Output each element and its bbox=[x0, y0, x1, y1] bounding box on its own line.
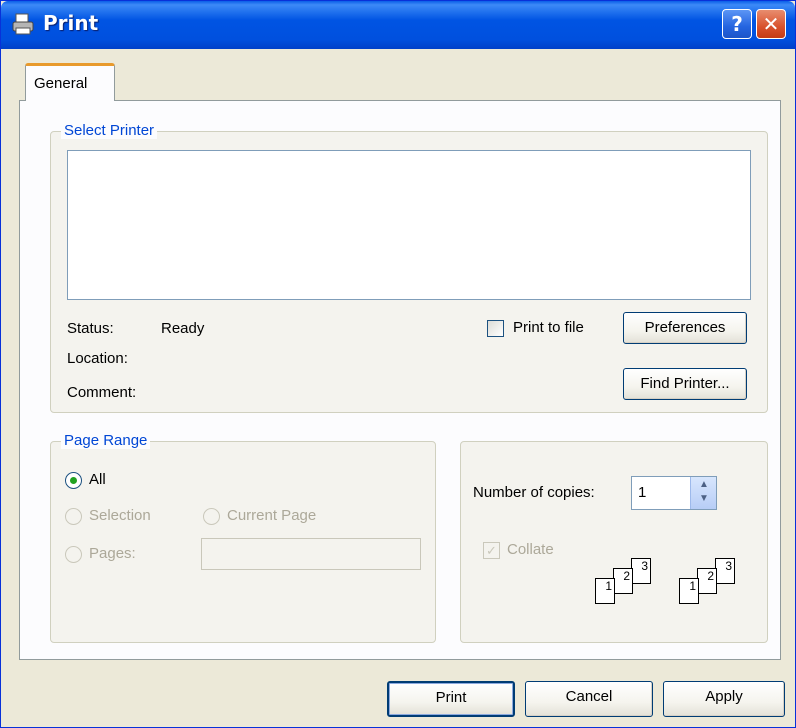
copies-spinner[interactable]: ▲ ▼ bbox=[690, 477, 716, 509]
spin-up-icon[interactable]: ▲ bbox=[699, 479, 709, 490]
print-button-label: Print bbox=[435, 689, 467, 706]
print-to-file-label: Print to file bbox=[513, 319, 584, 336]
find-printer-label: Find Printer... bbox=[640, 375, 730, 392]
location-label: Location: bbox=[67, 350, 128, 367]
status-value: Ready bbox=[161, 320, 205, 337]
window-title: Print bbox=[43, 11, 99, 35]
printer-icon bbox=[12, 13, 34, 35]
print-to-file-checkbox[interactable] bbox=[487, 320, 504, 337]
find-printer-button[interactable]: Find Printer... bbox=[623, 368, 747, 400]
spin-down-icon[interactable]: ▼ bbox=[699, 493, 709, 504]
selection-radio[interactable] bbox=[65, 508, 82, 525]
status-label: Status: bbox=[67, 320, 114, 337]
page-1-icon: 1 bbox=[595, 578, 615, 604]
all-label: All bbox=[89, 471, 106, 488]
page-1-icon: 1 bbox=[679, 578, 699, 604]
number-of-copies-label: Number of copies: bbox=[473, 484, 595, 501]
collate-checkbox[interactable]: ✓ bbox=[483, 542, 500, 559]
copies-value: 1 bbox=[638, 484, 647, 501]
pages-radio[interactable] bbox=[65, 546, 82, 563]
apply-button-label: Apply bbox=[705, 688, 743, 705]
selection-label: Selection bbox=[89, 507, 151, 524]
preferences-label: Preferences bbox=[644, 319, 726, 336]
page-3-icon: 3 bbox=[631, 558, 651, 584]
current-page-radio[interactable] bbox=[203, 508, 220, 525]
print-dialog: Print ? ✕ General Select Printer Status:… bbox=[0, 0, 796, 728]
pages-label: Pages: bbox=[89, 545, 136, 562]
tab-general[interactable]: General bbox=[25, 63, 115, 101]
general-tab-page: Select Printer Status: Ready Location: C… bbox=[19, 100, 781, 660]
all-radio[interactable] bbox=[65, 472, 82, 489]
page-2-icon: 2 bbox=[613, 568, 633, 594]
preferences-button[interactable]: Preferences bbox=[623, 312, 747, 344]
copies-input[interactable]: 1 ▲ ▼ bbox=[631, 476, 717, 510]
page-range-group: Page Range All Selection Current Page Pa… bbox=[50, 432, 436, 643]
page-range-title: Page Range bbox=[61, 432, 151, 449]
pages-input[interactable] bbox=[201, 538, 421, 570]
cancel-button-label: Cancel bbox=[565, 688, 613, 705]
page-3-icon: 3 bbox=[715, 558, 735, 584]
select-printer-group: Select Printer Status: Ready Location: C… bbox=[50, 122, 768, 413]
copies-group: Number of copies: 1 ▲ ▼ ✓ Collate 3 2 1 … bbox=[460, 441, 768, 643]
page-2-icon: 2 bbox=[697, 568, 717, 594]
collate-label: Collate bbox=[507, 541, 554, 558]
help-button[interactable]: ? bbox=[722, 9, 752, 39]
tab-general-label: General bbox=[34, 75, 88, 92]
title-bar[interactable]: Print ? ✕ bbox=[1, 1, 795, 49]
printer-list[interactable] bbox=[67, 150, 751, 300]
close-button[interactable]: ✕ bbox=[756, 9, 786, 39]
current-page-label: Current Page bbox=[227, 507, 317, 524]
comment-label: Comment: bbox=[67, 384, 137, 401]
select-printer-title: Select Printer bbox=[61, 122, 158, 139]
print-button[interactable]: Print bbox=[387, 681, 515, 717]
apply-button[interactable]: Apply bbox=[663, 681, 785, 717]
cancel-button[interactable]: Cancel bbox=[525, 681, 653, 717]
